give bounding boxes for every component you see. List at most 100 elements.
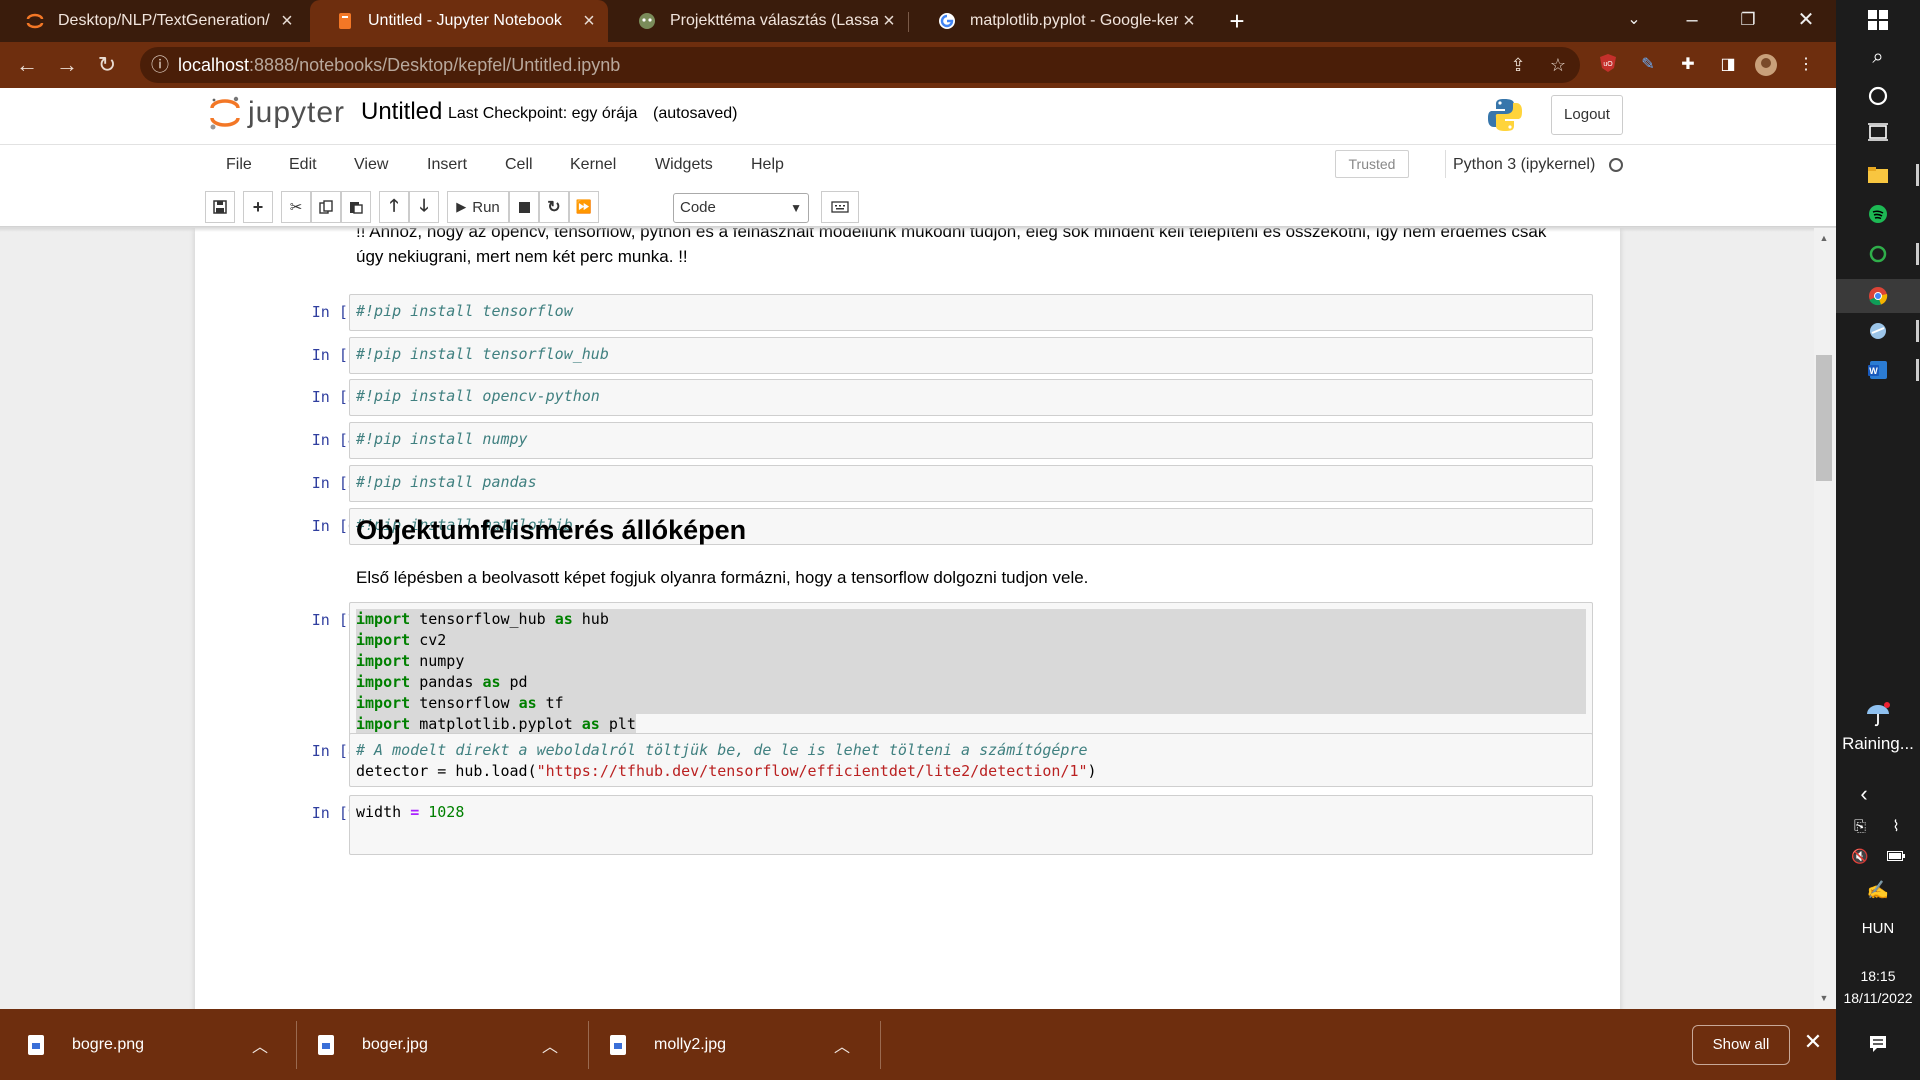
jupyter-logo[interactable]: jupyter (208, 94, 345, 132)
tab-textgeneration[interactable]: Desktop/NLP/TextGeneration/ × (0, 0, 306, 42)
side-panel-icon[interactable]: ◨ (1716, 53, 1740, 77)
kernel-name[interactable]: Python 3 (ipykernel) (1453, 156, 1595, 174)
url-omnibox[interactable]: ⓘ localhost:8888/notebooks/Desktop/kepfe… (140, 47, 1580, 83)
code-cell[interactable]: #!pip install opencv-python (349, 379, 1593, 416)
move-down-button[interactable]: 🡓 (409, 191, 439, 223)
vpn-app-icon[interactable] (1864, 317, 1892, 345)
command-palette-button[interactable] (821, 191, 859, 223)
code-text: width (356, 803, 411, 821)
download-item[interactable]: bogre.png ︿ (0, 1009, 296, 1080)
tab-close-icon[interactable]: × (878, 10, 900, 33)
clock-time[interactable]: 18:15 (1836, 968, 1920, 984)
url-text[interactable]: localhost:8888/notebooks/Desktop/kepfel/… (178, 55, 620, 76)
section-heading: Objektumfelismerés állóképen (356, 515, 747, 545)
scroll-up-arrow-icon[interactable]: ▲ (1818, 233, 1830, 245)
copy-button[interactable] (311, 191, 341, 223)
restart-button[interactable]: ↻ (539, 191, 569, 223)
cell-type-select[interactable]: Code ▼ (673, 193, 809, 223)
cut-button[interactable]: ✂ (281, 191, 311, 223)
code-cell-loader[interactable]: # A modelt direkt a weboldalról töltjük … (349, 733, 1593, 787)
reload-icon[interactable]: ↻ (92, 50, 122, 80)
new-tab-plus-icon[interactable]: + (1222, 6, 1252, 36)
menu-edit[interactable]: Edit (289, 156, 317, 174)
search-icon[interactable]: ⌕ (1864, 43, 1892, 71)
paste-button[interactable] (341, 191, 371, 223)
logout-button[interactable]: Logout (1551, 95, 1623, 135)
tab-close-icon[interactable]: × (276, 10, 298, 33)
alias: hub (572, 610, 609, 628)
input-language[interactable]: HUN (1836, 920, 1920, 937)
menu-insert[interactable]: Insert (427, 156, 467, 174)
wifi-icon[interactable]: ⌇ (1882, 812, 1910, 840)
page-scrollbar[interactable] (1814, 228, 1836, 1009)
windows-start-icon[interactable] (1864, 6, 1892, 34)
menu-cell[interactable]: Cell (505, 156, 533, 174)
scrollbar-thumb[interactable] (1816, 355, 1832, 481)
menu-file[interactable]: File (226, 156, 252, 174)
code-cell-width[interactable]: width = 1028 (349, 795, 1593, 855)
move-up-button[interactable]: 🡑 (379, 191, 409, 223)
insert-cell-button[interactable]: + (243, 191, 273, 223)
scroll-down-arrow-icon[interactable]: ▼ (1818, 993, 1830, 1005)
menu-view[interactable]: View (354, 156, 388, 174)
interrupt-button[interactable] (509, 191, 539, 223)
spotify-icon[interactable] (1864, 200, 1892, 228)
profile-avatar[interactable] (1754, 53, 1778, 77)
jupyter-icon (26, 12, 44, 30)
save-button[interactable] (205, 191, 235, 223)
pen-workspace-icon[interactable]: ✍ (1864, 876, 1892, 904)
code-cell-imports[interactable]: import tensorflow_hub as hub import cv2 … (349, 602, 1593, 746)
chevron-up-icon[interactable]: ︿ (542, 1033, 572, 1057)
extensions-puzzle-icon[interactable]: ✚ (1676, 53, 1700, 77)
tab-matplotlib-google[interactable]: matplotlib.pyplot - Google-keres × (912, 0, 1208, 42)
chevron-up-icon[interactable]: ︿ (834, 1033, 864, 1057)
chevron-left-icon[interactable]: ‹ (1850, 780, 1878, 808)
menu-widgets[interactable]: Widgets (655, 156, 713, 174)
notebook-name[interactable]: Untitled (361, 98, 442, 126)
run-button[interactable]: ▶ Run (447, 191, 509, 223)
volume-muted-icon[interactable]: 🔇 (1846, 842, 1874, 870)
restart-run-all-button[interactable]: ⏩ (569, 191, 599, 223)
tab-search-chevron-icon[interactable]: ⌄ (1606, 0, 1662, 42)
trusted-indicator[interactable]: Trusted (1335, 150, 1409, 178)
pen-extension-icon[interactable]: ✎ (1636, 53, 1660, 77)
close-window-icon[interactable]: ✕ (1778, 0, 1834, 42)
ublock-icon[interactable]: uO (1596, 53, 1620, 77)
code-cell[interactable]: #!pip install tensorflow_hub (349, 337, 1593, 374)
clock-date[interactable]: 18/11/2022 (1836, 990, 1920, 1006)
weather-umbrella-icon[interactable] (1864, 700, 1892, 728)
tab-close-icon[interactable]: × (1178, 10, 1200, 33)
menu-help[interactable]: Help (751, 156, 784, 174)
task-view-icon[interactable] (1864, 118, 1892, 146)
close-downloads-icon[interactable]: ✕ (1800, 1029, 1826, 1059)
code-cell[interactable]: #!pip install numpy (349, 422, 1593, 459)
restore-icon[interactable]: ❐ (1720, 0, 1776, 42)
refresh-app-icon[interactable] (1864, 240, 1892, 268)
menu-kernel[interactable]: Kernel (570, 156, 616, 174)
browser-menu-icon[interactable]: ⋮ (1794, 53, 1818, 77)
download-item[interactable]: boger.jpg ︿ (290, 1009, 586, 1080)
code-cell[interactable]: #!pip install tensorflow (349, 294, 1593, 331)
notification-center-icon[interactable] (1864, 1030, 1892, 1058)
code-line: import tensorflow_hub as hub (356, 609, 1586, 630)
tab-projekttema[interactable]: Projekttéma választás (Lassan ne × (612, 0, 908, 42)
code-cell[interactable]: #!pip install pandas (349, 465, 1593, 502)
bookmark-star-icon[interactable]: ☆ (1546, 53, 1570, 77)
minimize-icon[interactable]: – (1664, 0, 1720, 42)
show-all-downloads-button[interactable]: Show all (1692, 1025, 1790, 1065)
file-explorer-icon[interactable] (1864, 161, 1892, 189)
weather-status[interactable]: Raining... (1836, 734, 1920, 754)
site-info-icon[interactable]: ⓘ (148, 53, 172, 77)
chrome-icon[interactable] (1836, 279, 1920, 313)
back-arrow-icon[interactable]: ← (12, 50, 42, 80)
share-icon[interactable]: ⇪ (1506, 53, 1530, 77)
tab-untitled-notebook[interactable]: Untitled - Jupyter Notebook × (310, 0, 608, 42)
meet-now-icon[interactable]: ⎘ (1846, 812, 1874, 840)
word-icon[interactable]: W (1864, 356, 1892, 384)
forward-arrow-icon[interactable]: → (52, 50, 82, 80)
download-item[interactable]: molly2.jpg ︿ (582, 1009, 878, 1080)
battery-icon[interactable] (1882, 842, 1910, 870)
chevron-up-icon[interactable]: ︿ (252, 1033, 282, 1057)
tab-close-icon[interactable]: × (578, 10, 600, 33)
cortana-icon[interactable] (1864, 82, 1892, 110)
